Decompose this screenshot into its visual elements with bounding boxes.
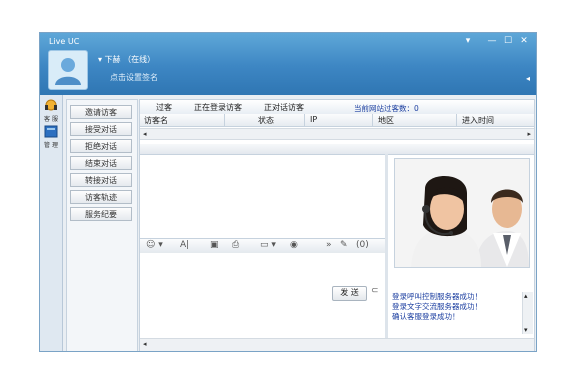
title-bar: Live UC ▾ — ☐ ✕ ▾ 下赫 （在线） 点击设置签名 ◂: [40, 33, 536, 95]
headset-icon: [45, 99, 57, 111]
panel-divider: [385, 154, 388, 351]
chat-toolbar: ☺ ▾ A| ▣ ⎙ ▭ ▾ ◉ » ✎ (0): [140, 238, 385, 254]
agent-photo: [394, 158, 530, 268]
column-divider: [456, 114, 457, 126]
book-icon: [44, 125, 58, 138]
main-panel: 过客 正在登录访客 正对话访客 当前网站过客数：0 访客名 状态 IP 地区 进…: [139, 99, 535, 351]
close-button[interactable]: ✕: [518, 36, 530, 46]
attach-icon[interactable]: ⊂: [371, 286, 379, 296]
column-divider: [304, 114, 305, 126]
action-menu: 邀请访客 接受对话 拒绝对话 结束对话 转接对话 访客轨迹 服务纪要: [66, 99, 138, 351]
avatar[interactable]: [48, 50, 88, 90]
bottom-horizontal-scrollbar[interactable]: ◂: [140, 338, 534, 351]
scroll-right-icon[interactable]: ▸: [527, 129, 531, 139]
service-notes-button[interactable]: 服务纪要: [70, 207, 132, 221]
left-icon-bar: 客 服 管 理: [40, 95, 63, 351]
save-icon[interactable]: ▣: [210, 240, 219, 250]
font-icon[interactable]: A|: [180, 240, 189, 250]
visitor-count: 当前网站过客数：0: [354, 104, 419, 113]
print-icon[interactable]: ⎙: [232, 240, 239, 250]
file-icon[interactable]: ✎: [340, 240, 348, 250]
sound-icon[interactable]: (0): [356, 240, 369, 250]
service-nav[interactable]: 客 服: [42, 99, 60, 123]
scroll-down-icon[interactable]: ▾: [524, 326, 528, 334]
menu-dropdown-button[interactable]: ▾: [462, 36, 474, 46]
invite-visitor-button[interactable]: 邀请访客: [70, 105, 132, 119]
user-icon: [55, 58, 81, 85]
column-ip[interactable]: IP: [310, 115, 317, 124]
tab-logging-in[interactable]: 正在登录访客: [194, 102, 242, 113]
maximize-button[interactable]: ☐: [502, 36, 514, 46]
more-icon[interactable]: »: [326, 240, 332, 250]
smiley-icon[interactable]: ☺ ▾: [146, 240, 163, 250]
transfer-chat-button[interactable]: 转接对话: [70, 173, 132, 187]
chat-history-area[interactable]: [140, 155, 385, 237]
column-divider: [372, 114, 373, 126]
manage-nav[interactable]: 管 理: [42, 125, 60, 149]
user-status[interactable]: ▾ 下赫 （在线）: [98, 54, 155, 65]
signature-field[interactable]: 点击设置签名: [110, 72, 158, 83]
end-chat-button[interactable]: 结束对话: [70, 156, 132, 170]
customer-service-agents-image: [395, 159, 529, 267]
send-button[interactable]: 发 送: [332, 286, 367, 301]
minimize-button[interactable]: —: [486, 36, 498, 46]
app-title: Live UC: [49, 37, 80, 46]
column-divider: [224, 114, 225, 126]
visitor-table-header: 访客名 状态 IP 地区 进入时间: [140, 114, 534, 127]
scroll-left-icon[interactable]: ◂: [143, 129, 147, 139]
visitor-tabs: 过客 正在登录访客 正对话访客 当前网站过客数：0: [140, 100, 534, 115]
log-line: 登录文字交流服务器成功！: [392, 302, 482, 311]
collapse-arrow-icon[interactable]: ◂: [526, 74, 530, 83]
log-vertical-scrollbar[interactable]: ▴ ▾: [522, 292, 533, 334]
tab-passersby[interactable]: 过客: [156, 102, 172, 113]
table-horizontal-scrollbar[interactable]: ◂ ▸: [140, 128, 534, 140]
manage-nav-label: 管 理: [44, 142, 58, 149]
service-nav-label: 客 服: [44, 116, 58, 123]
column-status[interactable]: 状态: [258, 115, 274, 126]
system-log: 登录呼叫控制服务器成功！ 登录文字交流服务器成功！ 确认客服登录成功！: [392, 292, 516, 322]
log-line: 确认客服登录成功！: [392, 312, 460, 321]
column-visitor-name[interactable]: 访客名: [144, 115, 168, 126]
visitor-track-button[interactable]: 访客轨迹: [70, 190, 132, 204]
app-window: Live UC ▾ — ☐ ✕ ▾ 下赫 （在线） 点击设置签名 ◂ 客 服 管…: [39, 32, 537, 352]
record-icon[interactable]: ◉: [290, 240, 298, 250]
accept-chat-button[interactable]: 接受对话: [70, 122, 132, 136]
column-region[interactable]: 地区: [378, 115, 394, 126]
tab-in-chat[interactable]: 正对话访客: [264, 102, 304, 113]
reject-chat-button[interactable]: 拒绝对话: [70, 139, 132, 153]
column-entry-time[interactable]: 进入时间: [462, 115, 494, 126]
log-line: 登录呼叫控制服务器成功！: [392, 292, 482, 301]
scroll-up-icon[interactable]: ▴: [524, 292, 528, 300]
scroll-left-icon[interactable]: ◂: [143, 339, 147, 349]
screenshot-icon[interactable]: ▭ ▾: [260, 240, 276, 250]
panel-splitter[interactable]: [140, 144, 534, 155]
